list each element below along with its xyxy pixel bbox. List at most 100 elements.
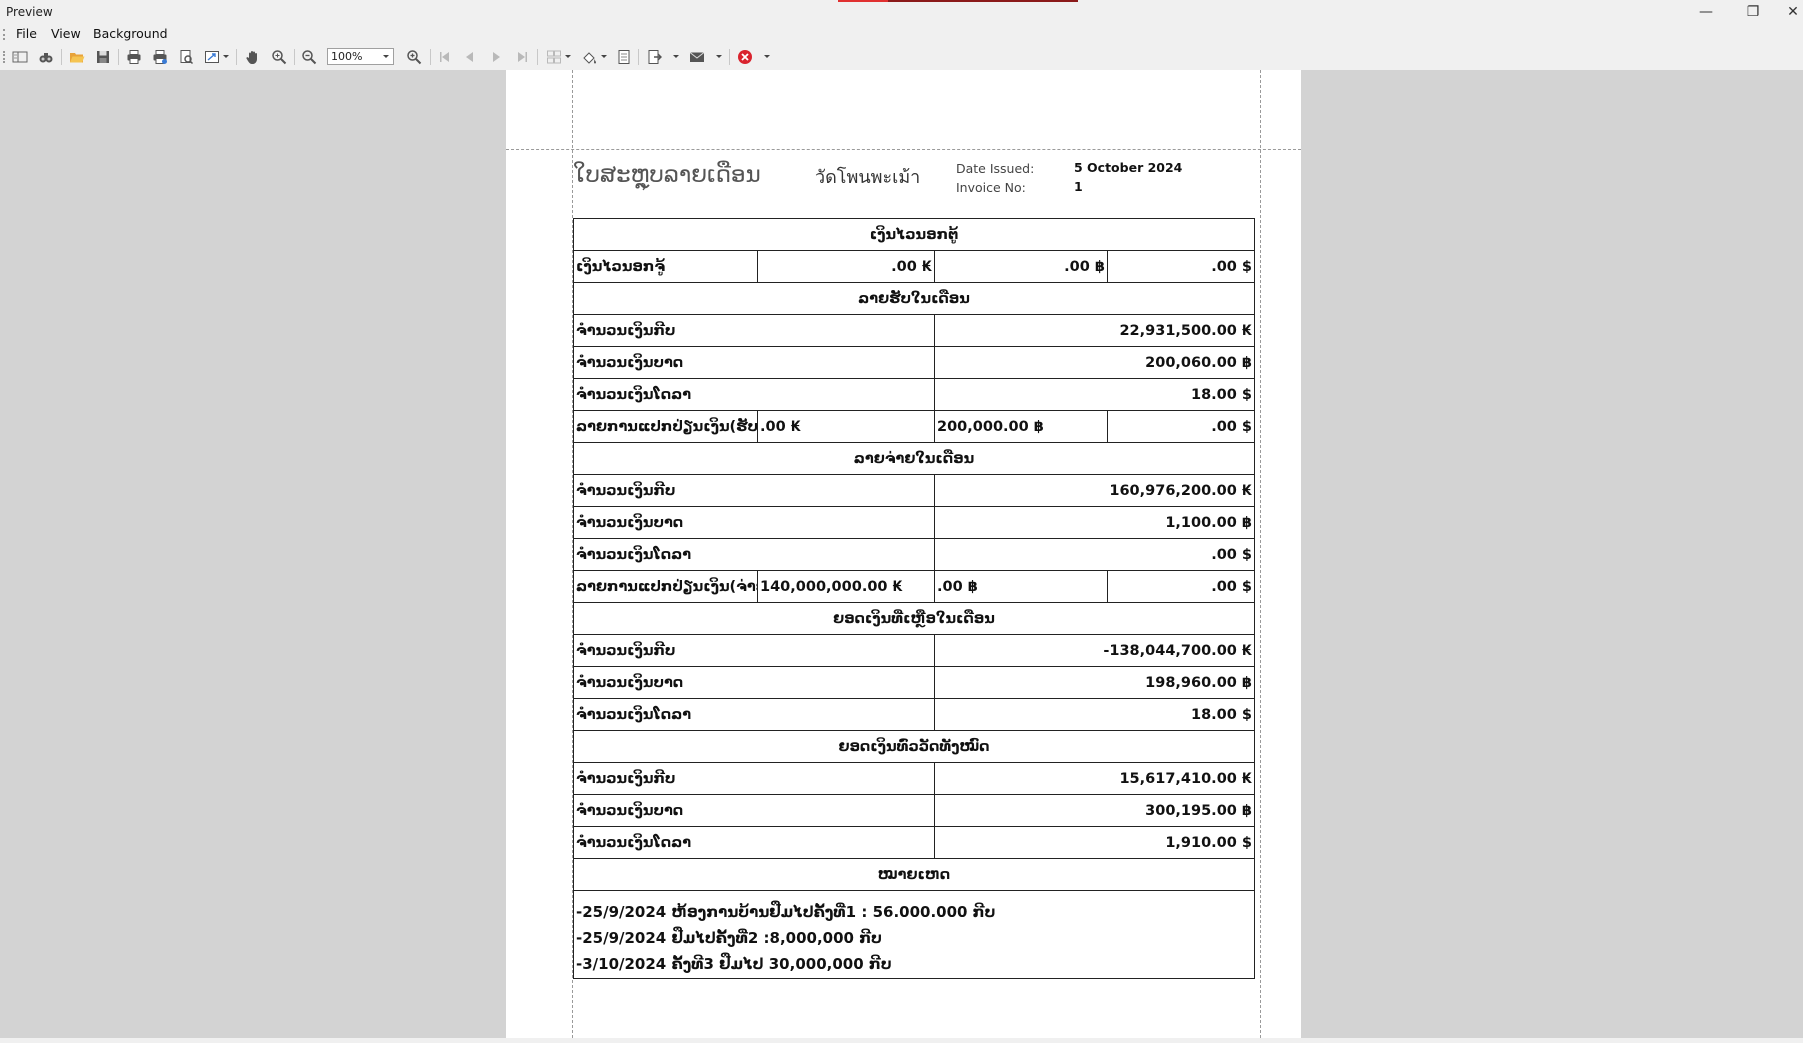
table-row: ລາຍຈ່າຍໃນເດືອນ [572,442,1256,475]
magnifier-icon[interactable] [270,48,288,66]
table-row: ລາຍຮັບໃນເດືອນ [572,282,1256,315]
expense-baht-value: 1,100.00 ฿ [933,506,1256,539]
table-row: ລາຍການແປກປ່ຽນເງິນ(ຈ່າຍ) 140,000,000.00 ₭… [573,570,1256,603]
table-row: -25/9/2024 ຫ້ອງການບ້ານຢືມໄປຄັ້ງທີ່1 : 56… [572,890,1256,979]
report-page: ໃບສະຫຼຸບລາຍເດືອນ วัดโพนพะเม้า Date Issue… [506,70,1301,1038]
row-label: ຈຳນວນເງິນກີບ [573,314,935,347]
loan-usd-value: .00 $ [1106,250,1256,283]
quick-print-icon[interactable] [151,48,169,66]
expense-usd-value: .00 $ [933,538,1256,571]
menu-file[interactable]: File [16,26,37,41]
table-row: ຈຳນວນເງິນໂດລາ 18.00 $ [573,378,1256,411]
first-page-icon[interactable] [436,48,454,66]
date-issued-label: Date Issued: [956,161,1035,176]
toolbar-separator [118,49,119,65]
note-line: -3/10/2024 ຄັ້ງທີ3 ຢືມໄປ 30,000,000 ກີບ [576,955,892,973]
expense-exchange-usd: .00 $ [1106,570,1256,603]
loan-kip-value: .00 ₭ [757,250,935,283]
page-setup-icon[interactable] [177,48,195,66]
previous-page-icon[interactable] [461,48,479,66]
email-icon[interactable] [688,48,706,66]
export-icon[interactable] [646,48,664,66]
table-row: ໝາຍເຫດ [572,858,1256,891]
table-row: ຍອດເງິນທົ່ວວັດທັງໝົດ [572,730,1256,763]
balance-total-usd-value: 1,910.00 $ [933,826,1256,859]
toolbar [0,44,1803,70]
table-row: ຈຳນວນເງິນໂດລາ 18.00 $ [573,698,1256,731]
title-accent-bar [838,0,1078,2]
margin-guide-top [506,149,1301,150]
section-header-balance-total: ຍອດເງິນທົ່ວວັດທັງໝົດ [572,730,1256,763]
color-dropdown-arrow[interactable] [601,55,607,58]
row-label: ຈຳນວນເງິນບາດ [573,506,935,539]
expense-kip-value: 160,976,200.00 ₭ [933,474,1256,507]
toolbar-separator [430,49,431,65]
export-dropdown-arrow[interactable] [673,55,679,58]
row-label: ຈຳນວນເງິນໂດລາ [573,538,935,571]
zoom-in-icon[interactable] [405,48,423,66]
print-icon[interactable] [125,48,143,66]
preview-workspace[interactable]: ໃບສະຫຼຸບລາຍເດືອນ วัดโพนพะเม้า Date Issue… [0,70,1803,1038]
close-preview-icon[interactable] [736,48,754,66]
color-icon[interactable] [581,48,599,66]
panel-toggle-icon[interactable] [11,48,29,66]
table-row: ຈຳນວນເງິນບາດ 200,060.00 ฿ [573,346,1256,379]
hand-tool-icon[interactable] [244,48,262,66]
zoom-level-value: 100% [331,50,363,63]
scale-icon[interactable] [203,48,221,66]
find-icon[interactable] [37,48,55,66]
row-label: ລາຍການແປກປ່ຽນເງິນ(ຮັບ) [573,410,758,443]
toolbar-separator [537,49,538,65]
expense-exchange-baht: .00 ฿ [934,570,1108,603]
section-header-notes: ໝາຍເຫດ [572,858,1256,891]
table-row: ຈຳນວນເງິນກີບ 15,617,410.00 ₭ [573,762,1256,795]
watermark-icon[interactable] [615,48,633,66]
expense-exchange-kip: 140,000,000.00 ₭ [757,570,935,603]
notes-cell: -25/9/2024 ຫ້ອງການບ້ານຢືມໄປຄັ້ງທີ່1 : 56… [572,890,1256,979]
toolbar-separator [294,49,295,65]
section-header-loan: ເງິນໄວນອກຕູ້ [572,218,1256,251]
table-row: ຍອດເງິນທີ່ເຫຼືອໃນເດືອນ [572,602,1256,635]
row-label: ຈຳນວນເງິນໂດລາ [573,826,935,859]
save-icon[interactable] [94,48,112,66]
menu-grip[interactable] [3,29,7,40]
table-row: ລາຍການແປກປ່ຽນເງິນ(ຮັບ) .00 ₭ 200,000.00 … [573,410,1256,443]
chevron-down-icon[interactable] [383,55,389,58]
table-row: ຈຳນວນເງິນບາດ 1,100.00 ฿ [573,506,1256,539]
row-label: ຈຳນວນເງິນບາດ [573,346,935,379]
balance-total-kip-value: 15,617,410.00 ₭ [933,762,1256,795]
section-header-expense: ລາຍຈ່າຍໃນເດືອນ [572,442,1256,475]
toolbar-grip[interactable] [3,51,7,63]
income-usd-value: 18.00 $ [933,378,1256,411]
menu-view[interactable]: View [51,26,81,41]
zoom-out-icon[interactable] [300,48,318,66]
last-page-icon[interactable] [513,48,531,66]
next-page-icon[interactable] [487,48,505,66]
multiple-pages-icon[interactable] [545,48,563,66]
email-dropdown-arrow[interactable] [716,55,722,58]
multiple-pages-dropdown-arrow[interactable] [565,55,571,58]
table-row: ຈຳນວນເງິນບາດ 198,960.00 ฿ [573,666,1256,699]
minimize-button[interactable]: — [1683,0,1729,24]
row-label: ລາຍການແປກປ່ຽນເງິນ(ຈ່າຍ) [573,570,758,603]
menu-background[interactable]: Background [93,26,168,41]
scale-dropdown-arrow[interactable] [223,55,229,58]
note-line: -25/9/2024 ຫ້ອງການບ້ານຢືມໄປຄັ້ງທີ່1 : 56… [576,903,996,921]
toolbar-separator [61,49,62,65]
title-bar: Preview — ❐ ✕ [0,0,1803,24]
menu-bar: File View Background [0,24,1803,44]
table-row: ຈຳນວນເງິນໂດລາ .00 $ [573,538,1256,571]
table-row: ຈຳນວນເງິນບາດ 300,195.00 ฿ [573,794,1256,827]
table-row: ເງິນໄວນອກຈູ້ .00 ₭ .00 ฿ .00 $ [573,250,1256,283]
income-exchange-baht: 200,000.00 ฿ [934,410,1108,443]
close-preview-dropdown-arrow[interactable] [764,55,770,58]
open-icon[interactable] [68,48,86,66]
zoom-level-select[interactable]: 100% [327,48,394,65]
table-row: ຈຳນວນເງິນກີບ 22,931,500.00 ₭ [573,314,1256,347]
summary-table: ເງິນໄວນອກຕູ້ ເງິນໄວນອກຈູ້ .00 ₭ .00 ฿ .0… [572,218,1256,979]
income-baht-value: 200,060.00 ฿ [933,346,1256,379]
table-row: ຈຳນວນເງິນກີບ 160,976,200.00 ₭ [573,474,1256,507]
close-window-button[interactable]: ✕ [1770,0,1803,24]
row-label: ຈຳນວນເງິນກີບ [573,474,935,507]
balance-month-baht-value: 198,960.00 ฿ [933,666,1256,699]
